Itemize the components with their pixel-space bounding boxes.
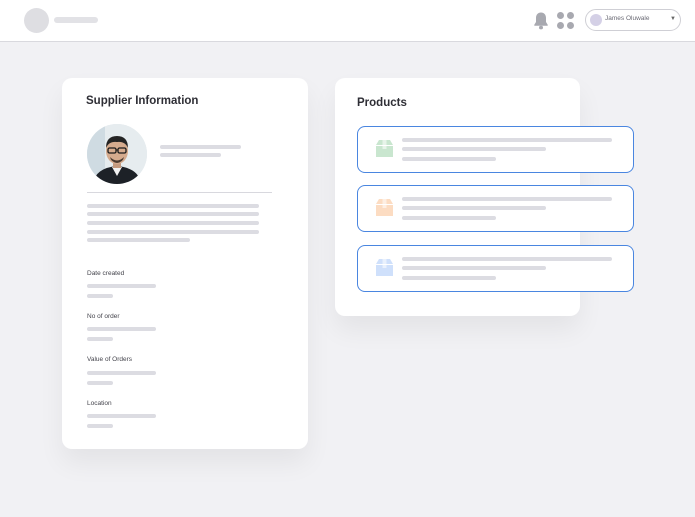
field-value-placeholder [87,284,156,288]
user-menu[interactable]: James Oluwale ▼ [585,9,681,31]
field-value-placeholder [87,424,113,428]
top-bar: James Oluwale ▼ [0,0,695,42]
supplier-subtitle-placeholder [160,153,221,157]
apps-grid-icon[interactable] [557,12,575,30]
field-label-value-of-orders: Value of Orders [87,356,133,363]
products-card: Products [335,78,634,316]
field-label-date-created: Date created [87,270,125,277]
field-value-placeholder [87,414,156,418]
field-value-placeholder [87,371,156,375]
product-detail-placeholder [402,147,546,151]
description-line [87,212,259,216]
field-value-placeholder [87,381,113,385]
field-value-placeholder [87,294,113,298]
divider [87,192,272,193]
field-value-placeholder [87,327,156,331]
product-name-placeholder [402,257,612,261]
box-icon [376,140,393,157]
supplier-title: Supplier Information [86,95,199,107]
product-detail-placeholder [402,157,496,161]
product-item[interactable] [357,245,634,292]
description-line [87,204,259,208]
avatar [590,14,602,26]
product-name-placeholder [402,138,612,142]
product-detail-placeholder [402,216,496,220]
logo[interactable] [24,8,49,33]
description-line [87,238,190,242]
product-detail-placeholder [402,266,546,270]
products-title: Products [357,97,407,109]
field-value-placeholder [87,337,113,341]
supplier-name-placeholder [160,145,241,149]
supplier-info-card: Supplier Information Date created No of … [62,78,308,449]
product-item[interactable] [357,185,634,232]
product-detail-placeholder [402,206,546,210]
box-icon [376,199,393,216]
field-label-no-of-order: No of order [87,313,120,320]
box-icon [376,259,393,276]
chevron-down-icon: ▼ [670,16,676,22]
user-name: James Oluwale [605,15,650,22]
field-label-location: Location [87,400,112,407]
bell-icon[interactable] [533,11,549,30]
supplier-avatar [87,124,147,184]
product-item[interactable] [357,126,634,173]
logo-text-placeholder [54,17,98,23]
description-line [87,221,259,225]
description-line [87,230,259,234]
product-detail-placeholder [402,276,496,280]
product-name-placeholder [402,197,612,201]
